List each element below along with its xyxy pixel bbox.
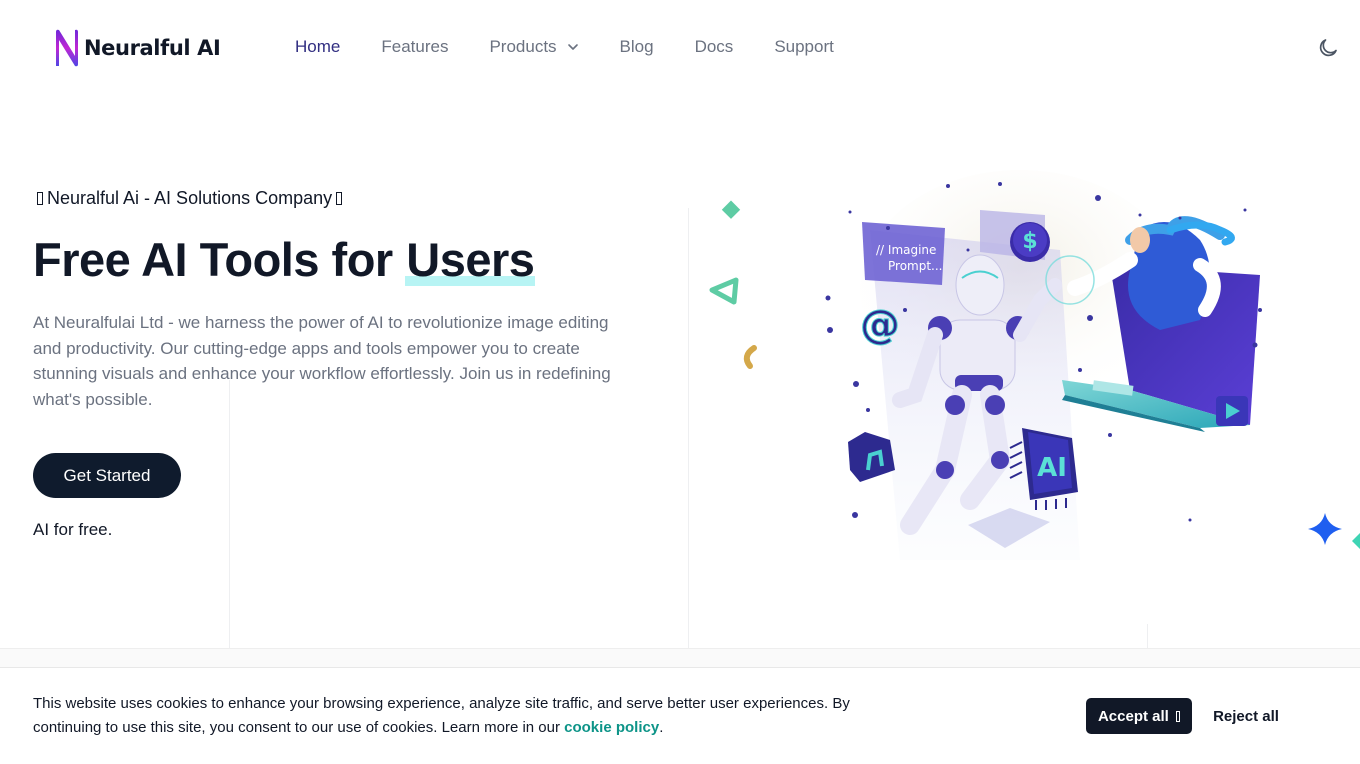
- moon-icon[interactable]: [1316, 36, 1340, 60]
- section-divider: [0, 648, 1360, 668]
- nav-blog[interactable]: Blog: [620, 37, 654, 57]
- hero-title-highlight: Users: [405, 233, 536, 286]
- triangle-shape: [709, 277, 739, 305]
- hero-illustration: // Imagine Prompt... $ @ AI: [709, 170, 1360, 560]
- hero-title: Free AI Tools for Users: [33, 232, 536, 287]
- chevron-down-icon: [567, 44, 578, 50]
- emoji-placeholder-icon: [37, 192, 43, 205]
- hero-tagline-text: Neuralful Ai - AI Solutions Company: [47, 188, 333, 208]
- folder-icon: [848, 432, 895, 482]
- cookie-message-text: This website uses cookies to enhance you…: [33, 695, 850, 736]
- nav-products[interactable]: Products: [489, 37, 578, 57]
- prompt-card: // Imagine Prompt...: [862, 222, 945, 285]
- svg-text:AI: AI: [1037, 453, 1067, 483]
- dollar-coin-icon: $: [1010, 222, 1050, 262]
- emoji-placeholder-icon: [336, 192, 343, 205]
- cookie-banner: This website uses cookies to enhance you…: [0, 668, 1360, 764]
- nav-home[interactable]: Home: [295, 37, 340, 57]
- at-symbol-icon: @: [860, 302, 900, 348]
- play-icon: [1216, 396, 1248, 426]
- accept-all-label: Accept all: [1097, 707, 1169, 725]
- logo-link[interactable]: Neuralful AI: [53, 28, 221, 68]
- grid-line: [229, 380, 230, 648]
- get-started-button[interactable]: Get Started: [33, 453, 181, 498]
- hero-title-prefix: Free AI Tools for: [33, 233, 406, 286]
- reject-all-button[interactable]: Reject all: [1200, 698, 1292, 734]
- cookie-message-end: .: [659, 719, 664, 736]
- logo-mark-icon: [56, 29, 78, 67]
- svg-text:$: $: [1022, 229, 1037, 254]
- prompt-card-line1: // Imagine: [876, 243, 936, 257]
- hero-subnote: AI for free.: [33, 520, 113, 539]
- cookie-message: This website uses cookies to enhance you…: [33, 692, 913, 740]
- grid-line: [1147, 624, 1148, 648]
- diamond-shape: [721, 200, 741, 219]
- sparkle-icon: [1352, 533, 1360, 549]
- emoji-placeholder-icon: [1176, 710, 1181, 722]
- nav-docs[interactable]: Docs: [695, 37, 734, 57]
- nav-products-label: Products: [489, 37, 557, 56]
- hero-description: At Neuralfulai Ltd - we harness the powe…: [33, 313, 611, 410]
- logo-text: Neuralful AI: [84, 36, 221, 60]
- main-nav: Home Features Products Blog Docs Support: [295, 37, 875, 57]
- prompt-card-line2: Prompt...: [888, 259, 943, 273]
- nav-support[interactable]: Support: [774, 37, 834, 57]
- cookie-policy-link[interactable]: cookie policy: [564, 719, 659, 736]
- accept-all-button[interactable]: Accept all: [1086, 698, 1192, 734]
- nav-features[interactable]: Features: [381, 37, 448, 57]
- sparkle-icon: [1308, 513, 1342, 545]
- arc-shape: [743, 345, 757, 369]
- site-header: Neuralful AI Home Features Products Blog…: [0, 0, 1360, 96]
- hero-tagline: Neuralful Ai - AI Solutions Company: [33, 188, 346, 209]
- grid-line: [688, 208, 689, 648]
